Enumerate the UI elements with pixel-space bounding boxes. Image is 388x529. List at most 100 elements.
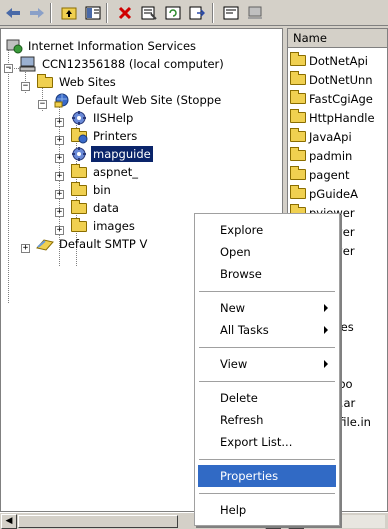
expand-icon[interactable]: + — [55, 118, 64, 127]
tree-item-label: Default Web Site (Stoppe — [76, 93, 222, 107]
list-item[interactable]: FastCgiAge — [290, 89, 373, 108]
tree-item-label: data — [93, 201, 119, 215]
show-hide-tree-icon[interactable] — [82, 3, 104, 23]
submenu-arrow-icon — [324, 360, 328, 368]
menu-item-refresh[interactable]: Refresh — [198, 409, 336, 431]
list-item[interactable]: pGuideA — [290, 184, 358, 203]
menu-item-explore[interactable]: Explore — [198, 219, 336, 241]
collapse-icon[interactable]: − — [21, 82, 30, 91]
expand-icon[interactable]: + — [55, 190, 64, 199]
menu-item-browse[interactable]: Browse — [198, 263, 336, 285]
computer-icon[interactable] — [244, 3, 266, 23]
list-item[interactable]: padmin — [290, 146, 352, 165]
expand-icon[interactable]: + — [55, 172, 64, 181]
help-icon[interactable] — [220, 3, 242, 23]
list-item[interactable]: pagent — [290, 165, 350, 184]
scroll-thumb[interactable] — [18, 515, 178, 528]
list-item-label: DotNetUnn — [309, 72, 373, 87]
list-item[interactable]: JavaApi — [290, 127, 352, 146]
tree-item-label: Internet Information Services — [28, 39, 197, 53]
menu-item-export-list[interactable]: Export List... — [198, 431, 336, 453]
expand-icon[interactable]: + — [55, 208, 64, 217]
folder-icon — [70, 182, 88, 198]
menu-separator — [199, 381, 335, 382]
menu-item-open[interactable]: Open — [198, 241, 336, 263]
menu-item-help[interactable]: Help — [198, 499, 336, 521]
menu-item-label: View — [220, 357, 248, 371]
website-stopped-icon — [53, 92, 71, 108]
computer-icon — [19, 56, 37, 72]
folder-icon — [290, 109, 306, 123]
delete-icon[interactable] — [114, 3, 136, 23]
tree-item-label: IISHelp — [93, 111, 134, 125]
forward-arrow-icon[interactable] — [26, 3, 48, 23]
menu-item-label: All Tasks — [220, 323, 269, 337]
menu-item-all-tasks[interactable]: All Tasks — [198, 319, 336, 341]
toolbar-separator — [50, 3, 52, 23]
tree-item-default-web-site[interactable]: Default Web Site (Stoppe — [53, 91, 223, 109]
list-item-label: JavaApi — [309, 129, 352, 144]
tree-item-mapguide[interactable]: mapguide — [70, 145, 153, 163]
scroll-left-arrow-icon[interactable]: ◀ — [1, 514, 17, 529]
submenu-arrow-icon — [324, 326, 328, 334]
tree-item-smtp[interactable]: Default SMTP V — [36, 235, 149, 253]
column-header-name[interactable]: Name — [288, 29, 387, 48]
toolbar-separator — [106, 3, 108, 23]
tree-item-label: Printers — [93, 129, 138, 143]
tree-item-data[interactable]: data — [70, 199, 121, 217]
folder-icon — [290, 52, 306, 66]
folder-icon — [290, 185, 306, 199]
menu-separator — [199, 291, 335, 292]
expand-icon[interactable]: + — [55, 136, 64, 145]
list-item-label: pagent — [309, 167, 350, 182]
list-item-label: FastCgiAge — [309, 91, 373, 106]
menu-item-view[interactable]: View — [198, 353, 336, 375]
tree-item-bin[interactable]: bin — [70, 181, 113, 199]
menu-item-properties[interactable]: Properties — [198, 465, 336, 487]
context-menu: Explore Open Browse New All Tasks View D… — [194, 213, 340, 526]
folder-icon — [290, 147, 306, 161]
list-item-label: DotNetApi — [309, 53, 368, 68]
folder-icon — [290, 128, 306, 142]
up-level-icon[interactable] — [58, 3, 80, 23]
tree-item-iis[interactable]: Internet Information Services — [5, 37, 198, 55]
list-item[interactable]: HttpHandle — [290, 108, 375, 127]
collapse-icon[interactable]: − — [38, 100, 47, 109]
refresh-icon[interactable] — [162, 3, 184, 23]
tree-item-label: images — [93, 219, 135, 233]
tree-item-web-sites[interactable]: Web Sites — [36, 73, 118, 91]
tree-item-printers[interactable]: Printers — [70, 127, 139, 145]
tree-item-computer[interactable]: CCN12356188 (local computer) — [19, 55, 226, 73]
tree-connector — [8, 50, 9, 303]
list-item-label: padmin — [309, 148, 353, 163]
list-item[interactable]: DotNetUnn — [290, 70, 373, 89]
folder-icon — [290, 90, 306, 104]
tree-item-label: aspnet_ — [93, 165, 138, 179]
folder-icon — [70, 200, 88, 216]
menu-item-delete[interactable]: Delete — [198, 387, 336, 409]
menu-separator — [199, 347, 335, 348]
properties-icon[interactable] — [138, 3, 160, 23]
toolbar-separator — [212, 3, 214, 23]
tree-item-iishelp[interactable]: IISHelp — [70, 109, 135, 127]
virtual-directory-icon — [70, 110, 88, 126]
folder-icon — [290, 71, 306, 85]
tree-connector — [9, 68, 19, 69]
iis-root-icon — [5, 38, 23, 54]
tree-item-aspnet[interactable]: aspnet_ — [70, 163, 140, 181]
expand-icon[interactable]: + — [55, 154, 64, 163]
expand-icon[interactable]: + — [55, 226, 64, 235]
menu-item-new[interactable]: New — [198, 297, 336, 319]
back-arrow-icon[interactable] — [2, 3, 24, 23]
tree-item-images[interactable]: images — [70, 217, 137, 235]
tree-item-label: CCN12356188 (local computer) — [42, 57, 224, 71]
menu-separator — [199, 459, 335, 460]
expand-icon[interactable]: + — [21, 244, 30, 253]
virtual-directory-icon — [70, 146, 88, 162]
tree-item-label: Web Sites — [59, 75, 116, 89]
list-item[interactable]: DotNetApi — [290, 51, 368, 70]
list-item-label: HttpHandle — [309, 110, 375, 125]
list-item-label: pGuideA — [309, 186, 358, 201]
tree-item-label: mapguide — [91, 146, 153, 162]
export-list-icon[interactable] — [186, 3, 208, 23]
